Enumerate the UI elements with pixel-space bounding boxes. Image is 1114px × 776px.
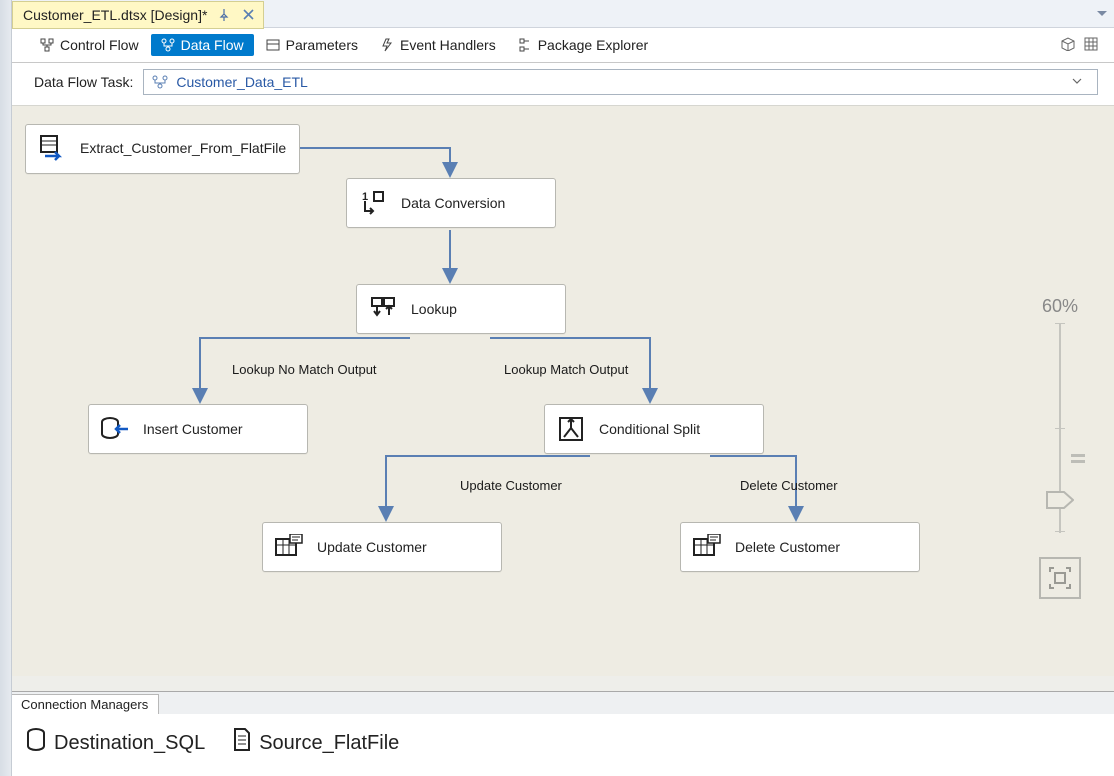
oledb-command-icon (273, 531, 305, 563)
node-data-conversion[interactable]: 1 Data Conversion (346, 178, 556, 228)
node-update-customer[interactable]: Update Customer (262, 522, 502, 572)
pin-icon[interactable] (217, 8, 231, 22)
tab-label: Parameters (286, 37, 358, 53)
connection-source-flatfile[interactable]: Source_FlatFile (233, 728, 399, 758)
zoom-slider-handle[interactable] (1046, 491, 1074, 512)
tab-label: Package Explorer (538, 37, 649, 53)
node-label: Insert Customer (143, 421, 243, 437)
zoom-fit-button[interactable] (1039, 557, 1081, 599)
zoom-slider-track[interactable] (1059, 323, 1061, 533)
node-delete-customer[interactable]: Delete Customer (680, 522, 920, 572)
connection-label: Source_FlatFile (259, 732, 399, 755)
edge-label-delete: Delete Customer (740, 478, 838, 493)
data-flow-task-row: Data Flow Task: Customer_Data_ETL (0, 63, 1114, 106)
package-icon[interactable] (1060, 37, 1076, 54)
document-tab-title: Customer_ETL.dtsx [Design]* (23, 7, 207, 23)
connection-managers-tab[interactable]: Connection Managers (10, 694, 159, 714)
data-flow-task-icon (152, 75, 168, 89)
data-flow-task-selected: Customer_Data_ETL (176, 74, 308, 90)
node-label: Data Conversion (401, 195, 505, 211)
tab-parameters[interactable]: Parameters (256, 34, 368, 56)
oledb-destination-icon (99, 413, 131, 445)
tab-label: Data Flow (181, 37, 244, 53)
database-icon (26, 728, 46, 758)
control-flow-icon (40, 38, 54, 52)
flow-connectors (0, 106, 1114, 676)
connection-destination-sql[interactable]: Destination_SQL (26, 728, 205, 758)
node-conditional-split[interactable]: Conditional Split (544, 404, 764, 454)
oledb-command-icon (691, 531, 723, 563)
data-flow-canvas[interactable]: Lookup No Match Output Lookup Match Outp… (0, 106, 1114, 676)
tab-label: Event Handlers (400, 37, 496, 53)
node-label: Update Customer (317, 539, 427, 555)
event-handlers-icon (380, 38, 394, 52)
document-tabstrip: Customer_ETL.dtsx [Design]* (0, 0, 1114, 28)
edge-label-update: Update Customer (460, 478, 562, 493)
tab-data-flow[interactable]: Data Flow (151, 34, 254, 56)
left-gutter (0, 0, 12, 776)
conditional-split-icon (555, 413, 587, 445)
tab-control-flow[interactable]: Control Flow (30, 34, 149, 56)
tab-package-explorer[interactable]: Package Explorer (508, 34, 659, 56)
edge-label-no-match: Lookup No Match Output (232, 362, 377, 377)
flatfile-icon (233, 728, 251, 758)
node-label: Lookup (411, 301, 457, 317)
edge-label-match: Lookup Match Output (504, 362, 628, 377)
grid-icon[interactable] (1084, 37, 1098, 54)
lookup-icon (367, 293, 399, 325)
tab-event-handlers[interactable]: Event Handlers (370, 34, 506, 56)
designer-view-tabs: Control Flow Data Flow Parameters Event … (0, 28, 1114, 63)
node-insert-customer[interactable]: Insert Customer (88, 404, 308, 454)
data-flow-task-label: Data Flow Task: (34, 74, 133, 90)
tab-overflow-dropdown[interactable] (1090, 0, 1114, 28)
connection-label: Destination_SQL (54, 732, 205, 755)
node-extract-customer[interactable]: Extract_Customer_From_FlatFile (25, 124, 300, 174)
zoom-percent: 60% (1042, 296, 1078, 317)
data-flow-icon (161, 38, 175, 52)
connection-managers-panel: Connection Managers Destination_SQL Sour… (0, 691, 1114, 776)
node-lookup[interactable]: Lookup (356, 284, 566, 334)
zoom-scale-mark-icon (1071, 451, 1085, 467)
package-explorer-icon (518, 38, 532, 52)
data-flow-task-select[interactable]: Customer_Data_ETL (143, 69, 1098, 95)
parameters-icon (266, 38, 280, 52)
zoom-control: 60% (1030, 296, 1090, 599)
node-label: Conditional Split (599, 421, 700, 437)
chevron-down-icon (1071, 74, 1091, 91)
flatfile-source-icon (36, 133, 68, 165)
tab-label: Connection Managers (21, 697, 148, 712)
document-tab[interactable]: Customer_ETL.dtsx [Design]* (12, 1, 264, 29)
close-icon[interactable] (241, 8, 255, 22)
tab-label: Control Flow (60, 37, 139, 53)
data-conversion-icon: 1 (357, 187, 389, 219)
node-label: Delete Customer (735, 539, 840, 555)
node-label: Extract_Customer_From_FlatFile (80, 140, 260, 158)
